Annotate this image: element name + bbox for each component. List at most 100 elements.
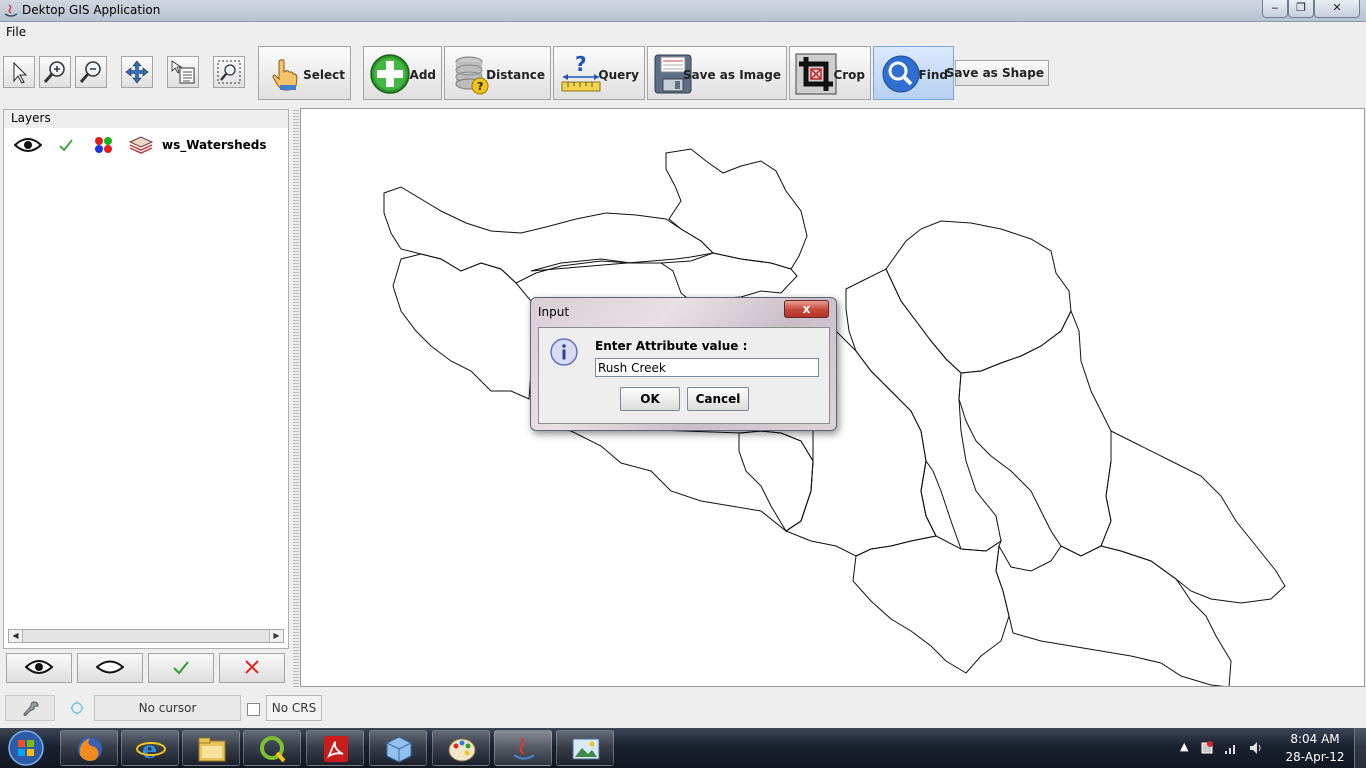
attribute-value-input[interactable]: [595, 358, 819, 377]
hide-layer-button[interactable]: [77, 653, 143, 683]
query-label: Query: [598, 68, 639, 82]
select-layer-button[interactable]: [148, 653, 214, 683]
watershed-north-top: [665, 148, 808, 270]
add-layer-button[interactable]: Add: [363, 46, 442, 100]
svg-text:e: e: [142, 735, 157, 763]
pointer-icon: [13, 61, 28, 84]
tray-device-icon[interactable]: [1200, 739, 1214, 755]
dialog-prompt: Enter Attribute value :: [595, 339, 748, 353]
save-image-button[interactable]: Save as Image: [647, 46, 787, 100]
zoom-out-button[interactable]: [75, 56, 107, 88]
close-window-button[interactable]: ✕: [1314, 0, 1360, 18]
image-viewer-icon: [572, 738, 600, 760]
cancel-button[interactable]: Cancel: [687, 387, 749, 411]
crosshair-icon[interactable]: [66, 695, 88, 721]
watershed-central-south: [540, 425, 814, 532]
add-label: Add: [409, 68, 436, 82]
3d-box-icon: [386, 736, 412, 763]
show-layer-button[interactable]: [6, 653, 72, 683]
watershed-east-upper: [958, 309, 1112, 557]
taskbar-pdf-reader[interactable]: [306, 730, 364, 766]
crs-checkbox[interactable]: [247, 703, 260, 716]
zoom-extent-button[interactable]: [213, 56, 245, 88]
checkmark-icon[interactable]: [58, 137, 74, 153]
svg-text:?: ?: [575, 53, 587, 76]
save-shape-label: Save as Shape: [945, 66, 1044, 80]
toolbar: Select Add ? Distance ? Query Save as Im…: [0, 44, 1366, 104]
layers-title: Layers: [9, 111, 53, 125]
start-button[interactable]: [3, 729, 49, 767]
find-button[interactable]: Find: [873, 46, 954, 100]
pan-button[interactable]: [121, 56, 153, 88]
paint-icon: [448, 738, 476, 762]
watershed-inner-south: [738, 430, 814, 532]
save-shape-button[interactable]: Save as Shape: [946, 60, 1049, 86]
watershed-northwest-strip: [383, 186, 714, 284]
crop-button[interactable]: Crop: [789, 46, 871, 100]
clock-date[interactable]: 28-Apr-12: [1280, 750, 1350, 764]
pointer-tool-button[interactable]: [3, 56, 35, 88]
firefox-icon: [78, 737, 102, 761]
panel-splitter[interactable]: [293, 108, 299, 688]
cursor-position-readout: No cursor: [94, 695, 241, 721]
file-explorer-icon: [198, 737, 226, 762]
speaker-icon[interactable]: [1248, 740, 1264, 756]
tray-expand-icon[interactable]: ▲: [1180, 740, 1188, 753]
java-icon: [513, 737, 535, 760]
crs-button[interactable]: No CRS: [266, 695, 322, 721]
find-label: Find: [918, 68, 948, 82]
select-label: Select: [303, 68, 345, 82]
query-button[interactable]: ? Query: [553, 46, 645, 100]
taskbar-firefox[interactable]: [60, 730, 118, 766]
layer-row[interactable]: ws_Watersheds: [10, 134, 280, 156]
pan-icon: [125, 60, 149, 84]
menu-file[interactable]: File: [6, 25, 26, 39]
search-icon: [882, 55, 920, 93]
menu-bar: File: [0, 22, 1366, 44]
checkmark-icon: [173, 661, 189, 675]
taskbar-java-app[interactable]: [494, 730, 552, 766]
clock-time[interactable]: 8:04 AM: [1280, 732, 1350, 746]
show-desktop-button[interactable]: [1354, 728, 1366, 768]
network-signal-icon[interactable]: [1224, 741, 1238, 755]
layer-stack-icon: [128, 136, 154, 154]
scroll-right-icon[interactable]: ▶: [270, 630, 283, 642]
watershed-east-central: [845, 268, 1002, 552]
window-title: Dektop GIS Application: [22, 3, 161, 17]
layers-horizontal-scrollbar[interactable]: ◀ ▶: [8, 629, 284, 643]
internet-explorer-icon: e: [136, 735, 166, 763]
taskbar-internet-explorer[interactable]: e: [121, 730, 179, 766]
distance-label: Distance: [486, 68, 545, 82]
taskbar-file-explorer[interactable]: [182, 730, 240, 766]
zoom-in-button[interactable]: [39, 56, 71, 88]
zoom-in-icon: [43, 61, 65, 83]
taskbar-3d-app[interactable]: [369, 730, 427, 766]
taskbar-qgis[interactable]: [243, 730, 301, 766]
crop-icon: [795, 53, 837, 95]
eye-icon[interactable]: [14, 137, 42, 153]
scroll-left-icon[interactable]: ◀: [9, 630, 22, 642]
maximize-button[interactable]: ❐: [1288, 0, 1314, 18]
watershed-southeast: [995, 544, 1232, 686]
dialog-title: Input: [538, 305, 570, 319]
taskbar-image-viewer[interactable]: [556, 730, 614, 766]
identify-button[interactable]: [167, 56, 199, 88]
select-button[interactable]: Select: [258, 46, 351, 100]
qgis-icon: [260, 736, 286, 763]
remove-layer-button[interactable]: [219, 653, 285, 683]
dialog-body: Enter Attribute value : OK Cancel: [538, 327, 830, 424]
dialog-close-button[interactable]: x: [784, 300, 829, 318]
minimize-button[interactable]: ‒: [1262, 0, 1288, 18]
distance-button[interactable]: ? Distance: [444, 46, 551, 100]
crop-label: Crop: [833, 68, 865, 82]
ok-button[interactable]: OK: [620, 387, 680, 411]
pdf-reader-icon: [324, 736, 348, 762]
window-titlebar[interactable]: Dektop GIS Application ‒ ❐ ✕: [0, 0, 1366, 22]
settings-button[interactable]: [5, 695, 55, 721]
taskbar: e ▲ 8:04 AM 28-Apr-12: [0, 728, 1366, 768]
scrollbar-thumb[interactable]: [22, 630, 270, 642]
identify-icon: [171, 60, 195, 84]
closed-eye-icon: [95, 660, 125, 674]
taskbar-paint[interactable]: [432, 730, 490, 766]
color-style-icon[interactable]: [93, 136, 117, 154]
